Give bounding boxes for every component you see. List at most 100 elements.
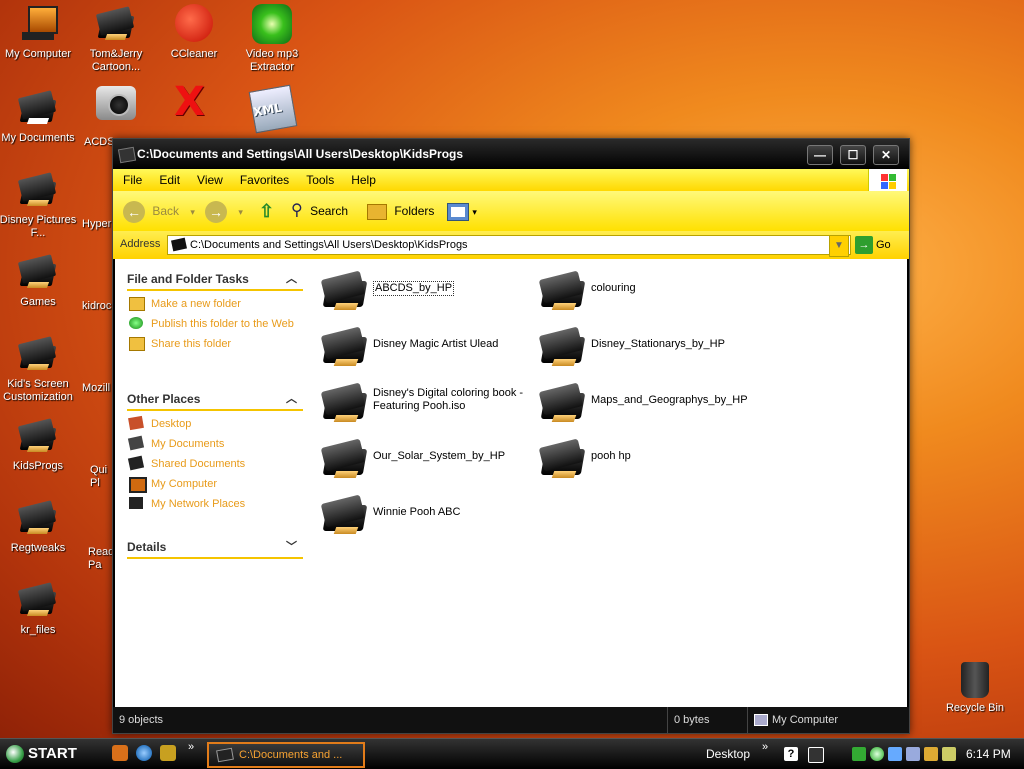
- share-folder-link[interactable]: Share this folder: [127, 337, 303, 351]
- chevron-up-icon[interactable]: ︿: [286, 269, 297, 289]
- tray-network-icon[interactable]: [852, 747, 866, 761]
- tray-app-icon[interactable]: [888, 747, 902, 761]
- help-icon[interactable]: ?: [784, 747, 798, 761]
- back-button[interactable]: ← Back ▾: [123, 199, 195, 223]
- tray-swirl-icon[interactable]: [870, 747, 884, 761]
- file-item[interactable]: colouring: [538, 265, 749, 315]
- place-network-link[interactable]: My Network Places: [127, 497, 303, 511]
- desktop-icon-games[interactable]: Games: [0, 252, 78, 309]
- taskbar-window-button[interactable]: C:\Documents and ...: [207, 742, 365, 768]
- minimize-button[interactable]: —: [807, 145, 833, 165]
- chevron-down-icon: ▾: [472, 207, 477, 217]
- quicklaunch-media-icon[interactable]: [160, 745, 176, 761]
- desktop-icon-video-mp3[interactable]: Video mp3 Extractor: [232, 4, 312, 74]
- go-button[interactable]: → Go: [855, 235, 891, 255]
- file-folder-tasks-header[interactable]: File and Folder Tasks ︿: [127, 269, 303, 291]
- file-item[interactable]: Disney Magic Artist Ulead: [320, 321, 531, 371]
- close-button[interactable]: ✕: [873, 145, 899, 165]
- chevron-down-icon[interactable]: ﹀: [286, 537, 297, 557]
- desktop-icon-kids-screen[interactable]: Kid's Screen Customization: [0, 334, 78, 404]
- xml-icon[interactable]: XML: [248, 84, 298, 134]
- tray-monitor-icon[interactable]: [906, 747, 920, 761]
- folder-icon: [320, 379, 369, 423]
- chevron-down-icon: ▾: [190, 207, 195, 217]
- chevron-down-icon: ▾: [238, 207, 243, 217]
- menu-edit[interactable]: Edit: [149, 169, 187, 187]
- file-item[interactable]: Maps_and_Geographys_by_HP: [538, 377, 749, 427]
- desktop-icon-regtweaks[interactable]: Regtweaks: [0, 498, 78, 555]
- quicklaunch-ie-icon[interactable]: [136, 745, 152, 761]
- desktop-icon-kidroc[interactable]: kidroc: [82, 300, 111, 312]
- address-field[interactable]: C:\Documents and Settings\All Users\Desk…: [167, 235, 851, 255]
- file-name: Disney Magic Artist Ulead: [373, 337, 499, 350]
- place-my-computer-link[interactable]: My Computer: [127, 477, 303, 493]
- desktop-icon-recycle-bin[interactable]: Recycle Bin: [944, 662, 1006, 714]
- address-dropdown-button[interactable]: ▼: [829, 235, 849, 257]
- folders-button[interactable]: Folders: [367, 199, 434, 223]
- desktop-icon-kr-files[interactable]: kr_files: [0, 580, 78, 637]
- file-item[interactable]: ABCDS_by_HP: [320, 265, 531, 315]
- tray-wand-icon[interactable]: [942, 747, 956, 761]
- views-button[interactable]: ▾: [447, 199, 477, 223]
- desktop-icon-quick-player[interactable]: Qui Pl: [90, 464, 114, 490]
- place-desktop-link[interactable]: Desktop: [127, 415, 303, 431]
- x-icon[interactable]: X: [174, 82, 214, 122]
- chevron-up-icon[interactable]: ︿: [286, 389, 297, 409]
- clock[interactable]: 6:14 PM: [966, 739, 1011, 769]
- desktop-icon-read-pad[interactable]: Read Pa: [88, 546, 114, 572]
- folder-icon: [17, 580, 58, 620]
- start-button[interactable]: START: [6, 742, 92, 766]
- place-shared-documents-link[interactable]: Shared Documents: [127, 455, 303, 471]
- other-places-header[interactable]: Other Places ︿: [127, 389, 303, 411]
- file-item[interactable]: Winnie Pooh ABC: [320, 489, 531, 539]
- share-folder-icon: [129, 337, 145, 351]
- ccleaner-icon: [174, 4, 214, 44]
- forward-button[interactable]: → ▾: [205, 199, 243, 223]
- window-switch-icon[interactable]: [808, 747, 824, 763]
- window-title: C:\Documents and Settings\All Users\Desk…: [137, 147, 464, 161]
- menu-tools[interactable]: Tools: [296, 169, 341, 187]
- desktop-icon-acds[interactable]: ACDS: [84, 136, 115, 148]
- maximize-button[interactable]: ☐: [840, 145, 866, 165]
- quicklaunch-chevron[interactable]: »: [188, 741, 194, 753]
- file-item[interactable]: Our_Solar_System_by_HP: [320, 433, 531, 483]
- folder-icon: [538, 267, 587, 311]
- file-item[interactable]: Disney_Stationarys_by_HP: [538, 321, 749, 371]
- desktop-icon-hyper[interactable]: Hyper: [82, 218, 111, 230]
- go-arrow-icon: →: [855, 236, 873, 255]
- file-item[interactable]: Disney's Digital coloring book - Featuri…: [320, 377, 531, 427]
- details-header[interactable]: Details ﹀: [127, 537, 303, 559]
- menu-file[interactable]: File: [113, 169, 149, 187]
- file-folder-tasks-group: File and Folder Tasks ︿ Make a new folde…: [127, 269, 303, 351]
- desktop-icon-label: KidsProgs: [12, 460, 64, 472]
- file-item[interactable]: pooh hp: [538, 433, 749, 483]
- desktop-toolbar-label[interactable]: Desktop: [706, 739, 750, 769]
- desktop-icon-kidsprogs[interactable]: KidsProgs: [0, 416, 78, 473]
- other-places-group: Other Places ︿ Desktop My Documents Shar…: [127, 389, 303, 511]
- menu-help[interactable]: Help: [341, 169, 383, 187]
- camera-icon[interactable]: [96, 86, 136, 120]
- desktop-icon-label: Qui Pl: [90, 464, 108, 489]
- publish-folder-link[interactable]: Publish this folder to the Web: [127, 317, 303, 331]
- tray-tool-icon[interactable]: [924, 747, 938, 761]
- desktop-icon-mozilla[interactable]: Mozill: [82, 382, 110, 394]
- desktop-icon-disney-pictures[interactable]: Disney Pictures F...: [0, 170, 78, 240]
- quicklaunch-folder-icon[interactable]: [112, 745, 128, 761]
- status-object-count: 9 objects: [119, 714, 164, 726]
- views-icon: [447, 202, 469, 221]
- menu-favorites[interactable]: Favorites: [230, 169, 296, 187]
- up-folder-button[interactable]: ⇧: [259, 199, 274, 223]
- title-bar[interactable]: C:\Documents and Settings\All Users\Desk…: [113, 139, 909, 169]
- search-button[interactable]: ⚲ Search: [291, 199, 348, 223]
- desktop-icon-tom-jerry[interactable]: Tom&Jerry Cartoon...: [76, 4, 156, 74]
- desktop-toolbar-chevron[interactable]: »: [762, 741, 768, 753]
- address-label: Address: [120, 238, 161, 250]
- menu-view[interactable]: View: [187, 169, 230, 187]
- make-new-folder-link[interactable]: Make a new folder: [127, 297, 303, 311]
- desktop-icon-my-documents[interactable]: My Documents: [0, 88, 78, 145]
- place-my-documents-link[interactable]: My Documents: [127, 435, 303, 451]
- forward-arrow-icon: →: [205, 200, 227, 223]
- folder-icon: [95, 4, 136, 44]
- desktop-icon-my-computer[interactable]: My Computer: [0, 4, 78, 61]
- desktop-icon-ccleaner[interactable]: CCleaner: [154, 4, 234, 61]
